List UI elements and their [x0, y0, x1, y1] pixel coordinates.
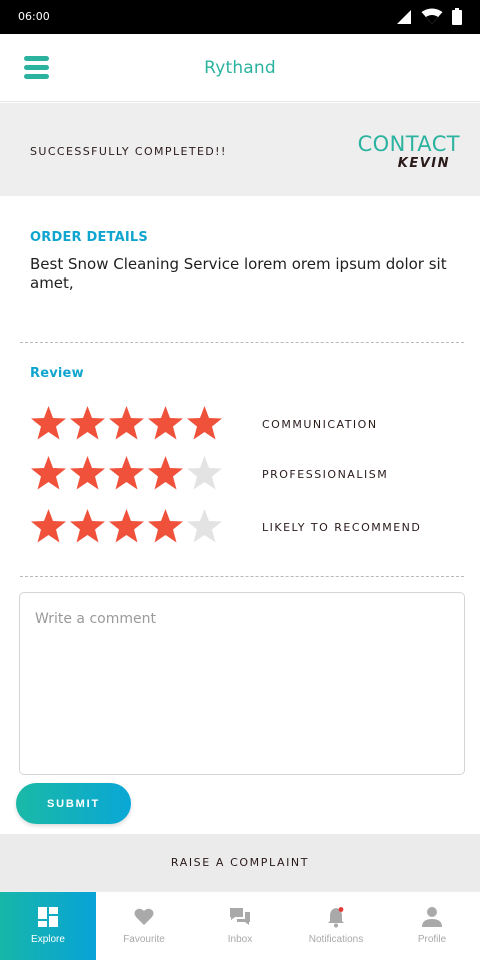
review-heading: Review [30, 366, 84, 381]
rating-row-likely-to-recommend: LIKELY TO RECOMMEND [30, 508, 460, 548]
star-filled-icon[interactable] [108, 508, 145, 545]
contact-name: KEVIN [397, 156, 450, 171]
star-filled-icon[interactable] [147, 405, 184, 442]
nav-label: Notifications [308, 934, 364, 945]
rating-label: COMMUNICATION [262, 418, 378, 431]
star-filled-icon[interactable] [69, 455, 106, 492]
app-bar: Rythand [0, 34, 480, 102]
star-empty-icon[interactable] [186, 455, 223, 492]
comment-input[interactable] [19, 592, 465, 775]
status-time: 06:00 [18, 10, 50, 23]
app-title: Rythand [204, 58, 276, 78]
section-divider [20, 576, 464, 577]
submit-button[interactable]: SUBMIT [16, 783, 131, 824]
section-divider [20, 342, 464, 343]
person-icon [422, 907, 442, 927]
order-details-section: ORDER DETAILS Best Snow Cleaning Service… [30, 230, 460, 293]
nav-label: Favourite [123, 934, 165, 945]
star-filled-icon[interactable] [30, 405, 67, 442]
rating-row-communication: COMMUNICATION [30, 405, 460, 445]
bottom-nav: Explore Favourite Inbox Notifications Pr… [0, 891, 480, 960]
star-rating [30, 405, 223, 442]
star-filled-icon[interactable] [30, 508, 67, 545]
status-icons [396, 8, 462, 25]
nav-label: Explore [31, 934, 65, 945]
battery-icon [452, 8, 462, 25]
nav-item-explore[interactable]: Explore [0, 892, 96, 960]
nav-item-profile[interactable]: Profile [384, 892, 480, 960]
star-filled-icon[interactable] [30, 455, 67, 492]
rating-row-professionalism: PROFESSIONALISM [30, 455, 460, 495]
star-filled-icon[interactable] [186, 405, 223, 442]
status-bar: 06:00 [0, 0, 480, 34]
rating-label: LIKELY TO RECOMMEND [262, 521, 422, 534]
star-filled-icon[interactable] [147, 455, 184, 492]
chat-icon [230, 908, 250, 925]
raise-complaint-button[interactable]: RAISE A COMPLAINT [0, 834, 480, 891]
star-empty-icon[interactable] [186, 508, 223, 545]
star-rating [30, 508, 223, 545]
nav-item-inbox[interactable]: Inbox [192, 892, 288, 960]
explore-grid-icon [38, 907, 58, 927]
nav-label: Profile [417, 934, 447, 945]
order-details-heading: ORDER DETAILS [30, 230, 148, 245]
contact-label: CONTACT [357, 132, 460, 156]
completion-status-text: SUCCESSFULLY COMPLETED!! [30, 145, 227, 158]
rating-label: PROFESSIONALISM [262, 468, 389, 481]
completion-banner: SUCCESSFULLY COMPLETED!! CONTACT KEVIN [0, 103, 480, 196]
star-filled-icon[interactable] [69, 405, 106, 442]
notification-dot [338, 907, 344, 912]
star-filled-icon[interactable] [69, 508, 106, 545]
bell-icon [328, 907, 344, 928]
star-filled-icon[interactable] [108, 455, 145, 492]
heart-icon [134, 908, 154, 925]
star-filled-icon[interactable] [108, 405, 145, 442]
nav-label: Inbox [227, 934, 253, 945]
order-description: Best Snow Cleaning Service lorem orem ip… [30, 255, 447, 292]
nav-item-favourite[interactable]: Favourite [96, 892, 192, 960]
signal-icon [397, 9, 411, 24]
nav-item-notifications[interactable]: Notifications [288, 892, 384, 960]
star-filled-icon[interactable] [147, 508, 184, 545]
star-rating [30, 455, 223, 492]
contact-button[interactable]: CONTACT KEVIN [358, 132, 460, 171]
wifi-icon [421, 8, 443, 24]
